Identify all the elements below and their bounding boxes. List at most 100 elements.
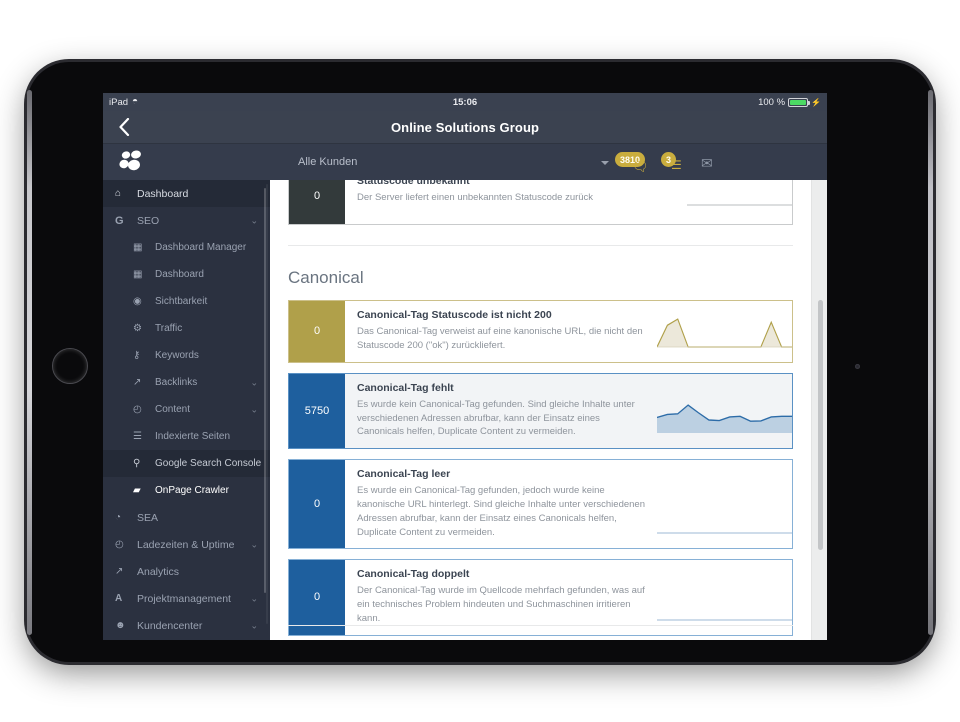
sidebar-item-label: Analytics [137,565,180,578]
sidebar-item-traffic[interactable]: ⚙ Traffic [103,315,270,342]
issue-card-body: Canonical-Tag doppelt Der Canonical-Tag w… [345,560,792,634]
sparkline-chart [657,399,792,439]
device-screen: iPad ◓ 15:06 100 % ⚡ Online Solutions Gr… [103,93,827,640]
sidebar-item-ladezeiten-uptime[interactable]: ◴ Ladezeiten & Uptime ⌄ [103,531,270,558]
chevron-down-icon[interactable] [601,161,609,165]
sidebar-item-sichtbarkeit[interactable]: ◉ Sichtbarkeit [103,288,270,315]
app-logo-icon[interactable] [117,149,151,175]
issue-count: 0 [289,301,345,362]
issue-count: 5750 [289,373,345,449]
issue-title: Statuscode unbekannt [357,180,470,187]
app-topbar: Alle Kunden 3810 🗨 3 ☰ ✉ [103,144,827,180]
issue-text: Canonical-Tag doppelt Der Canonical-Tag w… [357,568,657,625]
issue-title: Canonical-Tag Statuscode ist nicht 200 [357,309,552,321]
sidebar-item-list: ⌂ Dashboard G SEO ⌄ ▦ Dashboard Manager ▦ Dashbo… [103,180,270,640]
sidebar-item-keywords[interactable]: ⚷ Keywords [103,342,270,369]
clock-icon: ◴ [133,404,142,415]
front-camera [855,364,860,369]
content-scrollbar-track[interactable] [811,180,827,640]
google-g-icon: G [115,214,124,227]
sidebar-item-onpage-crawler[interactable]: ▰ OnPage Crawler [103,477,270,504]
comment-icon[interactable]: 🗨 [632,159,649,175]
chevron-down-icon[interactable]: ⌄ [250,404,258,415]
chevron-down-icon[interactable]: ⌄ [250,620,258,631]
external-link-icon: ↗ [133,377,142,388]
issue-card-body: Canonical-Tag leer Es wurde ein Canonical… [345,460,792,548]
users-icon: ☻ [115,620,126,631]
sidebar-item-label: OnPage Crawler [155,485,229,496]
sidebar-item-label: Dashboard [155,269,204,280]
issue-title: Canonical-Tag fehlt [357,381,454,394]
issue-count: 0 [289,560,345,635]
sidebar-item-analytics[interactable]: ↗ Analytics [103,558,270,585]
chevron-down-icon[interactable]: ⌄ [250,593,258,604]
sidebar-item-label: Indexierte Seiten [155,431,231,442]
ios-nav-bar: Online Solutions Group [103,111,827,144]
search-icon: ⚲ [133,458,141,469]
sidebar-item-content[interactable]: ◴ Content ⌄ [103,396,270,423]
section-heading: Canonical [288,268,364,287]
sidebar-navigation[interactable]: ⌂ Dashboard G SEO ⌄ ▦ Dashboard Manager ▦ Dashbo… [103,180,270,640]
issue-card[interactable]: 0 Canonical-Tag Statuscode ist nicht 200 D… [288,300,793,363]
sidebar-item-label: Dashboard Manager [155,242,247,253]
sidebar-item-google-search-console[interactable]: ⚲ Google Search Console [103,450,270,477]
chevron-down-icon[interactable]: ⌄ [250,215,258,226]
sidebar-item-label: Kundencenter [137,619,203,632]
sidebar-item-seo[interactable]: G SEO ⌄ [103,207,270,234]
tasks-list-icon[interactable]: ☰ [671,158,682,172]
sidebar-item-label: Projektmanagement [137,592,231,605]
content-scroll-area: 0 Statuscode unbekannt Der Server liefer… [270,180,811,640]
issue-description: Der Canonical-Tag wurde im Quellcode meh… [357,585,645,624]
issue-card[interactable]: 0 Statuscode unbekannt Der Server liefer… [288,180,793,225]
sidebar-scrollbar-thumb[interactable] [263,188,266,593]
sidebar-item-projektmanagement[interactable]: A Projektmanagement ⌄ [103,585,270,612]
home-button[interactable] [52,348,88,384]
status-bar-right: 100 % ⚡ [758,97,821,108]
customer-selector[interactable]: Alle Kunden [298,156,357,168]
sidebar-item-dashboard-manager[interactable]: ▦ Dashboard Manager [103,234,270,261]
bridge-icon: A [115,593,123,604]
issue-text: Canonical-Tag Statuscode ist nicht 200 Da… [357,309,657,353]
content-scrollbar-thumb[interactable] [818,300,823,550]
stopwatch-icon: ◴ [115,539,124,550]
issue-description: Das Canonical-Tag verweist auf eine kano… [357,326,643,351]
sidebar-item-dashboard[interactable]: ⌂ Dashboard [103,180,270,207]
sidebar-item-sea[interactable]: ◔ SEA [103,504,270,531]
sidebar-item-einstellungen[interactable]: ⚿Einstellungen⌄ [103,639,270,640]
sidebar-item-label: Google Search Console [155,458,262,469]
sparkline-chart [657,313,792,353]
sidebar-item-dashboard[interactable]: ▦ Dashboard [103,261,270,288]
issue-count: 0 [289,180,345,224]
status-bar-clock: 15:06 [452,96,478,108]
device-edge-left [27,90,32,635]
issue-card-list: 0 Canonical-Tag Statuscode ist nicht 200 D… [288,300,793,636]
back-button[interactable] [113,116,135,138]
sidebar-item-label: Keywords [155,350,199,361]
sidebar-scrollbar-track[interactable] [263,184,268,624]
document-icon: ☰ [133,431,142,442]
sidebar-item-label: Dashboard [137,187,189,200]
ios-status-bar: iPad ◓ 15:06 100 % ⚡ [103,93,827,111]
chevron-down-icon[interactable]: ⌄ [250,539,258,550]
issue-card[interactable]: 0 Canonical-Tag leer Es wurde ein Canonica… [288,459,793,550]
sparkline-chart [657,499,792,539]
page-title: Online Solutions Group [390,119,540,135]
pie-chart-icon: ◔ [115,512,122,523]
envelope-icon[interactable]: ✉ [701,155,713,172]
sidebar-item-indexierte-seiten[interactable]: ☰ Indexierte Seiten [103,423,270,450]
content-bottom-divider [288,625,793,626]
battery-full-icon [788,97,811,107]
sidebar-item-label: Sichtbarkeit [155,296,208,307]
chevron-left-icon [119,118,130,136]
issue-title: Canonical-Tag doppelt [357,568,470,581]
issue-card[interactable]: 5750 Canonical-Tag fehlt Es wurde kein Can… [288,372,793,450]
issue-text: Canonical-Tag leer Es wurde ein Canonical… [357,468,657,539]
sidebar-item-backlinks[interactable]: ↗ Backlinks ⌄ [103,369,270,396]
sidebar-item-label: Backlinks [155,377,198,388]
battery-percent-label: 100 % [758,96,786,108]
line-chart-icon: ↗ [115,566,124,577]
sidebar-item-label: Content [155,404,191,415]
issue-title: Canonical-Tag leer [357,468,451,481]
sidebar-item-kundencenter[interactable]: ☻ Kundencenter ⌄ [103,612,270,639]
chevron-down-icon[interactable]: ⌄ [250,377,258,388]
